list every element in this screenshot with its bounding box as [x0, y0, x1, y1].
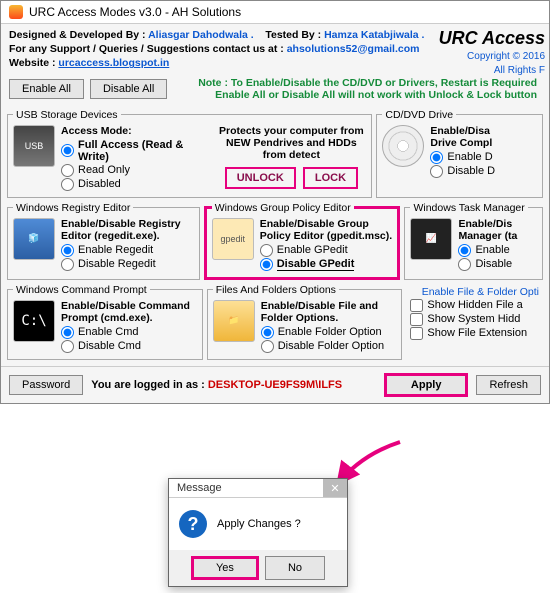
cmd-icon: C:\	[13, 300, 55, 342]
tm-icon: 📈	[410, 218, 452, 260]
refresh-button[interactable]: Refresh	[476, 375, 541, 395]
cd-opt-enable[interactable]: Enable D	[430, 151, 537, 164]
close-icon[interactable]: ✕	[323, 479, 347, 497]
app-icon	[9, 5, 23, 19]
apply-button[interactable]: Apply	[384, 373, 469, 397]
website-label: Website :	[9, 57, 58, 69]
cmd-opt-enable[interactable]: Enable Cmd	[61, 326, 197, 339]
gp-icon: gpedit	[212, 218, 254, 260]
tm-desc: Enable/Dis Manager (ta	[458, 218, 537, 242]
note-line1: Note : To Enable/Disable the CD/DVD or D…	[198, 77, 541, 89]
support-label: For any Support / Queries / Suggestions …	[9, 43, 287, 55]
ff-options-link[interactable]: Enable File & Folder Opti	[410, 286, 539, 298]
titlebar: URC Access Modes v3.0 - AH Solutions	[1, 1, 549, 24]
reg-icon: 🧊	[13, 218, 55, 260]
chk-file-ext[interactable]: Show File Extension	[410, 327, 539, 340]
cd-opt-disable[interactable]: Disable D	[430, 165, 537, 178]
gp-panel: Windows Group Policy Editor gpedit Enabl…	[204, 202, 401, 280]
cmd-panel: Windows Command Prompt C:\ Enable/Disabl…	[7, 284, 203, 360]
yes-button[interactable]: Yes	[191, 556, 259, 580]
website-link[interactable]: urcaccess.blogspot.in	[58, 57, 169, 69]
usb-opt-full[interactable]: Full Access (Read & Write)	[61, 139, 210, 163]
gp-opt-enable[interactable]: Enable GPedit	[260, 244, 393, 257]
protect-desc: Protects your computer from NEW Pendrive…	[216, 125, 366, 161]
usb-mode-label: Access Mode:	[61, 125, 210, 137]
usb-legend: USB Storage Devices	[13, 109, 121, 121]
gp-desc: Enable/Disable Group Policy Editor (gped…	[260, 218, 393, 242]
question-icon: ?	[179, 510, 207, 538]
gp-opt-disable[interactable]: Disable GPedit	[260, 258, 393, 271]
gp-legend: Windows Group Policy Editor	[212, 202, 354, 214]
tm-opt-disable[interactable]: Disable	[458, 258, 537, 271]
brand-copyright: Copyright © 2016	[439, 50, 545, 64]
ff-legend: Files And Folders Options	[213, 284, 339, 296]
usb-icon: USB	[13, 125, 55, 167]
note-line2: Enable All or Disable All will not work …	[198, 89, 541, 101]
reg-legend: Windows Registry Editor	[13, 202, 133, 214]
cd-icon	[382, 125, 424, 167]
folder-icon: 📁	[213, 300, 255, 342]
dialog-titlebar: Message ✕	[169, 479, 347, 498]
password-button[interactable]: Password	[9, 375, 83, 395]
ff-panel: Files And Folders Options 📁 Enable/Disab…	[207, 284, 403, 360]
lock-button[interactable]: LOCK	[303, 167, 358, 189]
header-info: Designed & Developed By : Aliasgar Dahod…	[1, 24, 549, 73]
dev-label: Designed & Developed By :	[9, 29, 148, 41]
usb-opt-disabled[interactable]: Disabled	[61, 178, 210, 191]
reg-desc: Enable/Disable Registry Editor (regedit.…	[61, 218, 194, 242]
confirm-dialog: Message ✕ ? Apply Changes ? Yes No	[168, 478, 348, 587]
ff-opt-disable[interactable]: Disable Folder Option	[261, 340, 397, 353]
test-label: Tested By :	[265, 29, 324, 41]
enable-all-button[interactable]: Enable All	[9, 79, 84, 99]
reg-panel: Windows Registry Editor 🧊 Enable/Disable…	[7, 202, 200, 280]
usb-panel: USB Storage Devices USB Access Mode: Ful…	[7, 109, 372, 198]
brand-name: URC Access	[439, 26, 545, 50]
dialog-text: Apply Changes ?	[217, 518, 301, 530]
brand-rights: All Rights F	[439, 64, 545, 78]
cd-legend: CD/DVD Drive	[382, 109, 456, 121]
test-name: Hamza Katabjiwala .	[324, 29, 424, 41]
support-email[interactable]: ahsolutions52@gmail.com	[287, 43, 420, 55]
chk-hidden-files[interactable]: Show Hidden File a	[410, 299, 539, 312]
cd-panel: CD/DVD Drive Enable/Disa Drive Compl Ena…	[376, 109, 543, 198]
main-window: URC Access Modes v3.0 - AH Solutions Des…	[0, 0, 550, 404]
tm-legend: Windows Task Manager	[410, 202, 527, 214]
cd-desc: Enable/Disa Drive Compl	[430, 125, 537, 149]
dev-name: Aliasgar Dahodwala .	[148, 29, 254, 41]
brand-block: URC Access Copyright © 2016 All Rights F	[439, 26, 545, 77]
reg-opt-enable[interactable]: Enable Regedit	[61, 244, 194, 257]
chk-system-hidden[interactable]: Show System Hidd	[410, 313, 539, 326]
ff-opt-enable[interactable]: Enable Folder Option	[261, 326, 397, 339]
dialog-title: Message	[177, 482, 222, 494]
login-user: DESKTOP-UE9FS9M\ILFS	[208, 379, 342, 391]
cmd-opt-disable[interactable]: Disable Cmd	[61, 340, 197, 353]
usb-opt-ro[interactable]: Read Only	[61, 164, 210, 177]
ff-desc: Enable/Disable File and Folder Options.	[261, 300, 397, 324]
status-bar: Password You are logged in as : DESKTOP-…	[1, 366, 549, 403]
disable-all-button[interactable]: Disable All	[90, 79, 167, 99]
reg-opt-disable[interactable]: Disable Regedit	[61, 258, 194, 271]
no-button[interactable]: No	[265, 556, 325, 580]
tm-panel: Windows Task Manager 📈 Enable/Dis Manage…	[404, 202, 543, 280]
window-title: URC Access Modes v3.0 - AH Solutions	[29, 5, 241, 19]
cmd-legend: Windows Command Prompt	[13, 284, 150, 296]
login-label: You are logged in as :	[91, 379, 208, 391]
cmd-desc: Enable/Disable Command Prompt (cmd.exe).	[61, 300, 197, 324]
unlock-button[interactable]: UNLOCK	[225, 167, 296, 189]
tm-opt-enable[interactable]: Enable	[458, 244, 537, 257]
